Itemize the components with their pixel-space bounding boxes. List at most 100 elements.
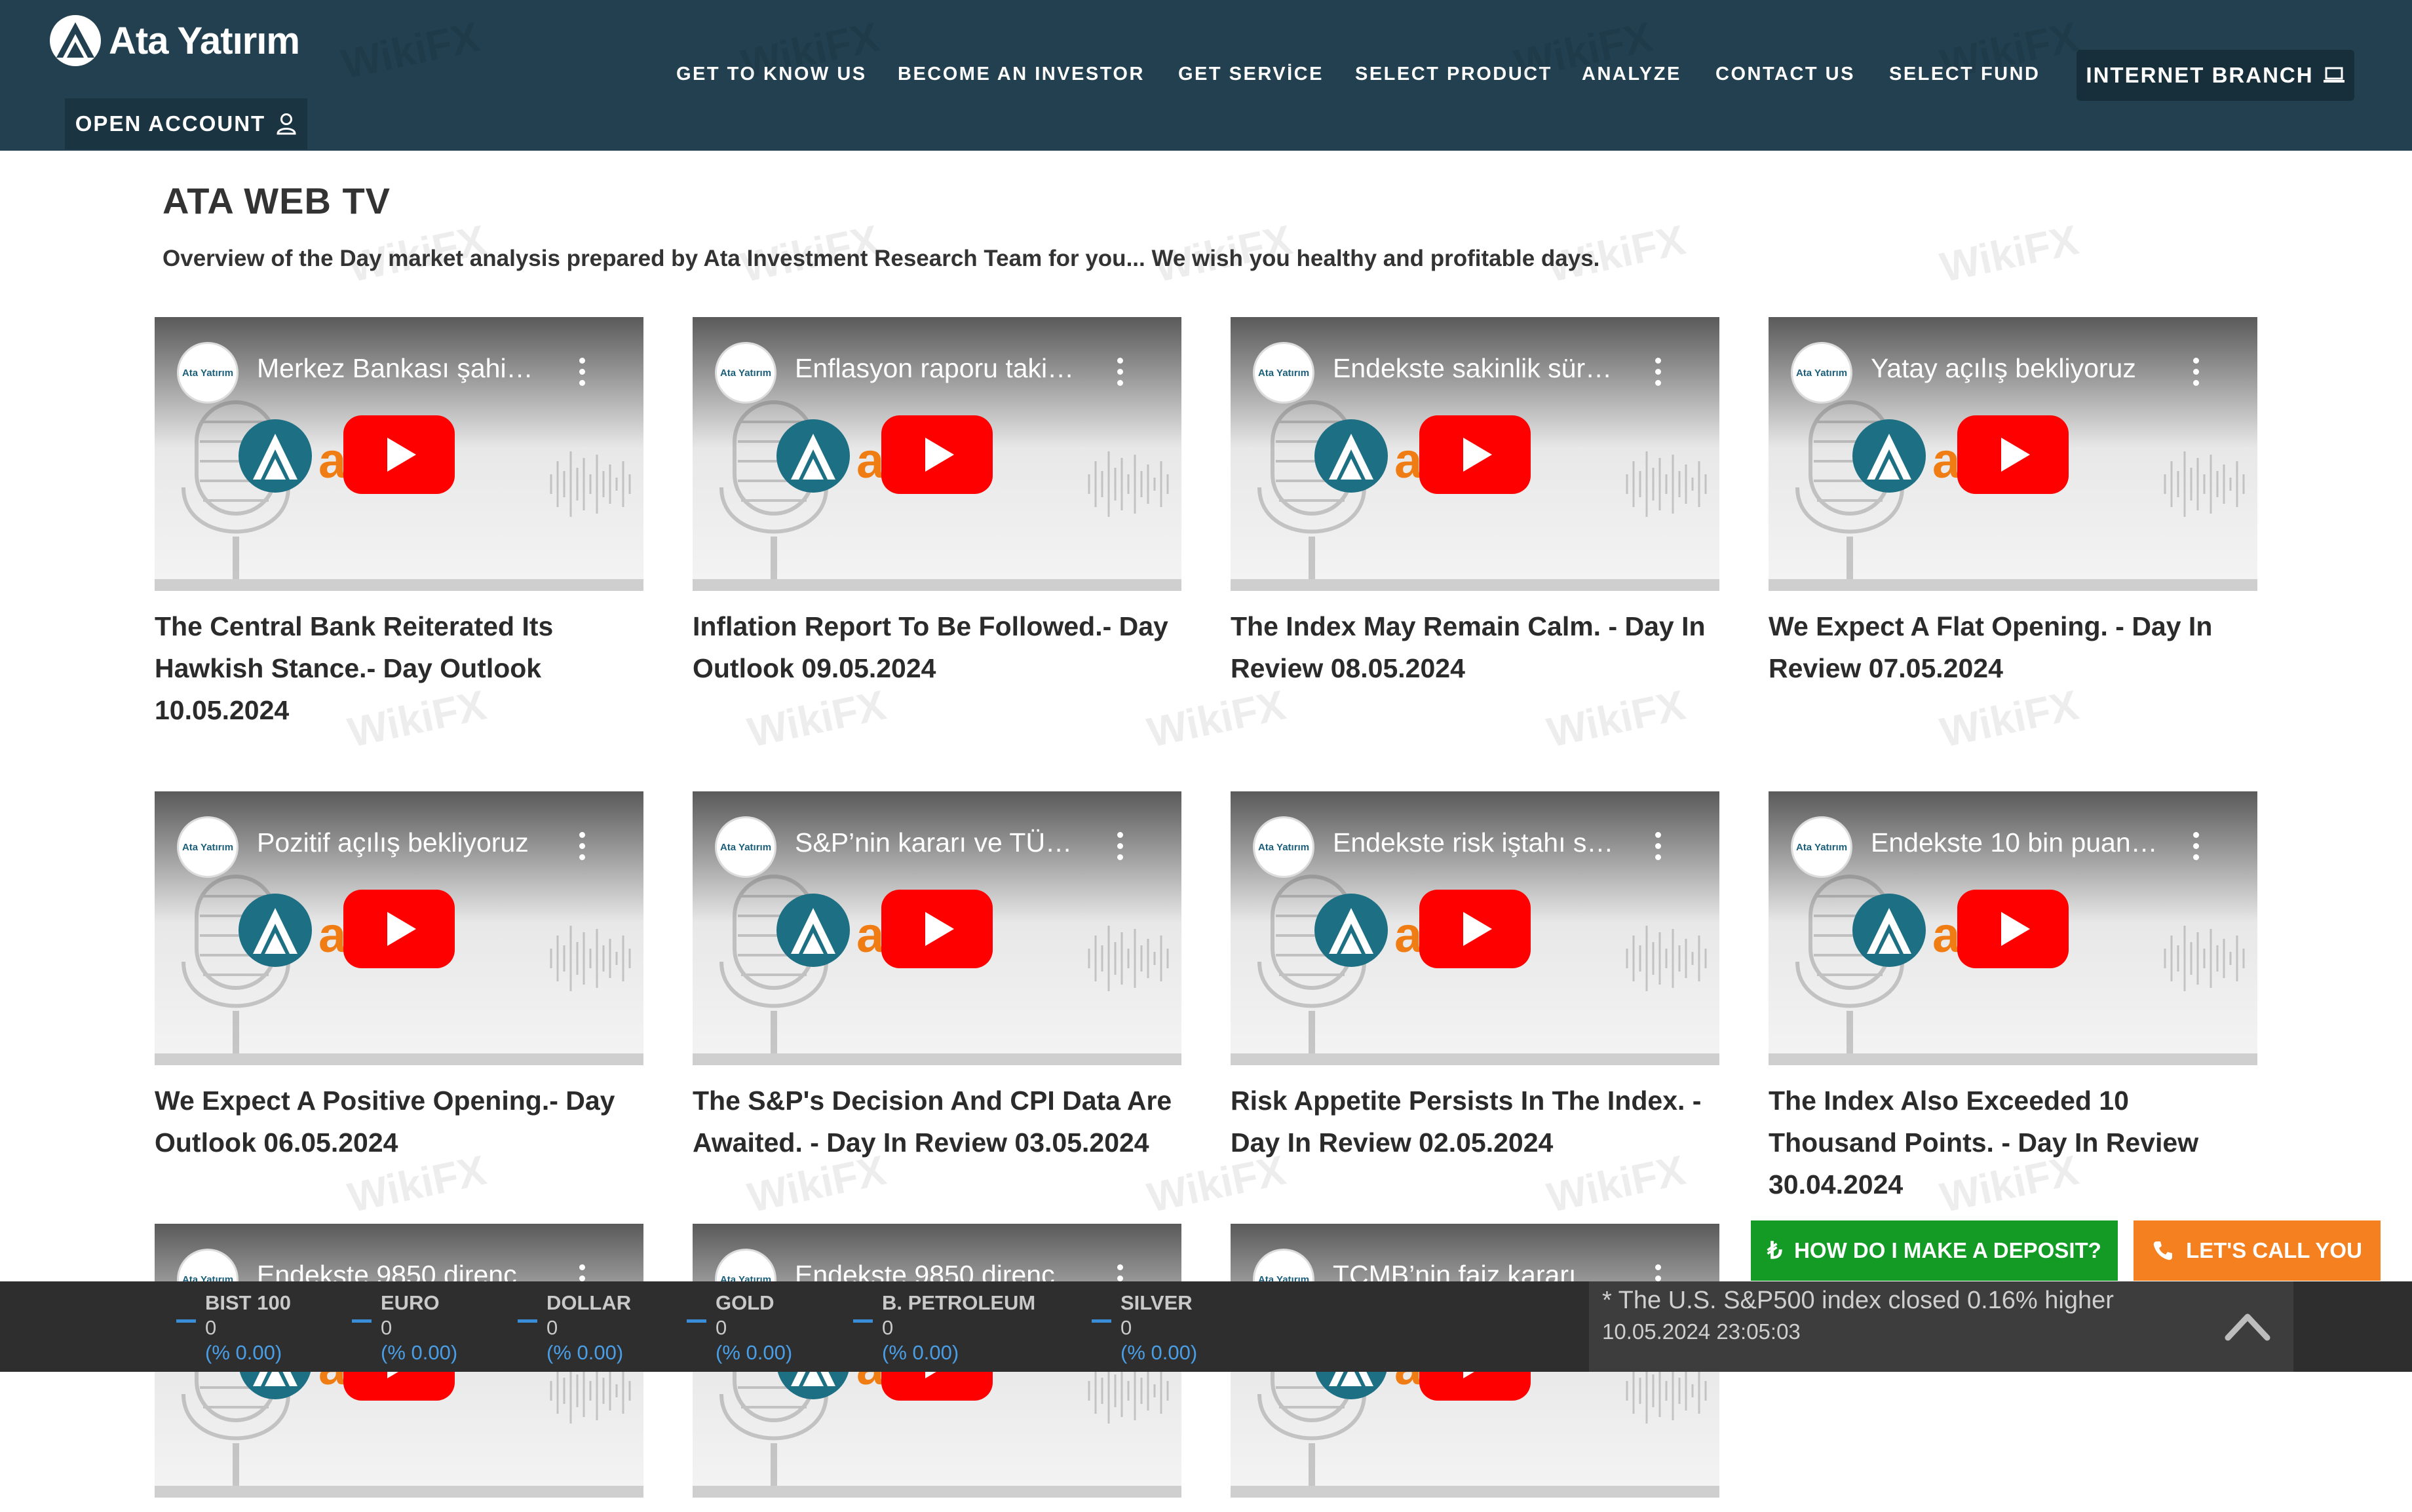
video-card-title[interactable]: Inflation Report To Be Followed.- Day Ou…: [693, 605, 1181, 689]
how-to-deposit-button[interactable]: ₺ HOW DO I MAKE A DEPOSIT?: [1751, 1220, 2118, 1281]
video-embed-title[interactable]: Endekste sakinlik sürebilir: [1333, 353, 1621, 384]
ticker-item-euro[interactable]: EURO 0 (% 0.00): [352, 1291, 457, 1365]
thumbnail-bottom-bar: [1769, 1053, 2257, 1065]
video-embed-title[interactable]: Pozitif açılış bekliyoruz: [257, 827, 545, 858]
ticker-item-bist100[interactable]: BIST 100 0 (% 0.00): [176, 1291, 291, 1365]
kebab-menu-icon[interactable]: [579, 358, 586, 388]
channel-avatar-text: Ata Yatırım: [1795, 841, 1848, 853]
video-thumbnail[interactable]: Ata Yatırım S&P’nin kararı ve TÜFE veris…: [693, 791, 1181, 1065]
thumbnail-bottom-bar: [693, 579, 1181, 591]
kebab-menu-icon[interactable]: [1655, 832, 1662, 862]
kebab-menu-icon[interactable]: [1117, 832, 1124, 862]
lets-call-you-button[interactable]: LET'S CALL YOU: [2134, 1220, 2381, 1281]
video-embed-title[interactable]: Merkez Bankası şahin duruşunu yineledi: [257, 353, 545, 384]
ticker-value: 0: [546, 1316, 558, 1339]
nav-get-to-know-us[interactable]: GET TO KNOW US: [676, 64, 867, 85]
video-card[interactable]: Ata Yatırım Endekste sakinlik sürebilir …: [1231, 317, 1719, 689]
ticker-item-silver[interactable]: SILVER 0 (% 0.00): [1092, 1291, 1197, 1365]
play-icon: [2001, 912, 2030, 946]
video-card-title[interactable]: The Index Also Exceeded 10 Thousand Poin…: [1769, 1080, 2257, 1205]
video-thumbnail[interactable]: Ata Yatırım Yatay açılış bekliyoruz atır…: [1769, 317, 2257, 591]
ticker-item-brent-petroleum[interactable]: B. PETROLEUM 0 (% 0.00): [853, 1291, 1035, 1365]
video-card-title[interactable]: Risk Appetite Persists In The Index. - D…: [1231, 1080, 1719, 1163]
video-thumbnail[interactable]: Ata Yatırım Endekste sakinlik sürebilir …: [1231, 317, 1719, 591]
play-button[interactable]: [1419, 890, 1531, 968]
brand-logo-icon: [1852, 894, 1926, 967]
thumbnail-bottom-bar: [693, 1053, 1181, 1065]
video-thumbnail[interactable]: Ata Yatırım Endekste 10 bin puan aşıldı …: [1769, 791, 2257, 1065]
ticker-item-gold[interactable]: GOLD 0 (% 0.00): [687, 1291, 792, 1365]
internet-branch-button[interactable]: INTERNET BRANCH: [2077, 50, 2354, 101]
ticker-value: 0: [716, 1316, 727, 1339]
play-button[interactable]: [343, 890, 455, 968]
news-headline[interactable]: * The U.S. S&P500 index closed 0.16% hig…: [1602, 1287, 2114, 1315]
video-embed-title[interactable]: Endekste risk iştahı sürüyor: [1333, 827, 1621, 858]
play-button[interactable]: [881, 890, 993, 968]
channel-avatar-text: Ata Yatırım: [1795, 367, 1848, 379]
lira-icon: ₺: [1767, 1237, 1783, 1264]
channel-avatar[interactable]: Ata Yatırım: [715, 342, 776, 404]
video-card-title[interactable]: The Index May Remain Calm. - Day In Revi…: [1231, 605, 1719, 689]
ticker-item-dollar[interactable]: DOLLAR 0 (% 0.00): [518, 1291, 631, 1365]
video-embed-title[interactable]: S&P’nin kararı ve TÜFE verisi bekleniyor: [795, 827, 1083, 858]
channel-avatar-text: Ata Yatırım: [182, 841, 234, 853]
play-button[interactable]: [1957, 415, 2069, 494]
video-card[interactable]: Ata Yatırım Merkez Bankası şahin duruşun…: [155, 317, 643, 731]
kebab-menu-icon[interactable]: [2193, 358, 2200, 388]
play-icon: [1463, 438, 1492, 472]
unchanged-indicator: [853, 1319, 873, 1323]
video-embed-title[interactable]: Yatay açılış bekliyoruz: [1871, 353, 2159, 384]
channel-avatar[interactable]: Ata Yatırım: [1791, 816, 1852, 878]
video-embed-title[interactable]: Enflasyon raporu takip edilecek: [795, 353, 1083, 384]
thumbnail-bottom-bar: [155, 1053, 643, 1065]
channel-avatar[interactable]: Ata Yatırım: [1253, 816, 1314, 878]
nav-select-fund[interactable]: SELECT FUND: [1889, 64, 2040, 85]
video-card-title[interactable]: We Expect A Flat Opening. - Day In Revie…: [1769, 605, 2257, 689]
soundwave-graphic: [1626, 451, 1707, 517]
channel-avatar[interactable]: Ata Yatırım: [1253, 342, 1314, 404]
video-card[interactable]: Ata Yatırım Enflasyon raporu takip edile…: [693, 317, 1181, 689]
chevron-up-icon[interactable]: [2221, 1304, 2274, 1350]
channel-avatar[interactable]: Ata Yatırım: [1791, 342, 1852, 404]
video-card-title[interactable]: The Central Bank Reiterated Its Hawkish …: [155, 605, 643, 731]
thumbnail-bottom-bar: [1231, 1486, 1719, 1498]
channel-avatar[interactable]: Ata Yatırım: [177, 342, 239, 404]
video-card-title[interactable]: We Expect A Positive Opening.- Day Outlo…: [155, 1080, 643, 1163]
kebab-menu-icon[interactable]: [1655, 358, 1662, 388]
video-thumbnail[interactable]: Ata Yatırım Pozitif açılış bekliyoruz at…: [155, 791, 643, 1065]
channel-avatar[interactable]: Ata Yatırım: [715, 816, 776, 878]
video-card[interactable]: Ata Yatırım Endekste 10 bin puan aşıldı …: [1769, 791, 2257, 1205]
play-button[interactable]: [343, 415, 455, 494]
thumbnail-bottom-bar: [1231, 1053, 1719, 1065]
video-thumbnail[interactable]: Ata Yatırım Enflasyon raporu takip edile…: [693, 317, 1181, 591]
nav-get-service[interactable]: GET SERVİCE: [1178, 64, 1324, 85]
video-thumbnail[interactable]: Ata Yatırım Endekste risk iştahı sürüyor…: [1231, 791, 1719, 1065]
nav-analyze[interactable]: ANALYZE: [1582, 64, 1681, 85]
channel-avatar[interactable]: Ata Yatırım: [177, 816, 239, 878]
logo[interactable]: Ata Yatırım: [47, 14, 300, 67]
video-card[interactable]: Ata Yatırım Pozitif açılış bekliyoruz at…: [155, 791, 643, 1163]
unchanged-indicator: [352, 1319, 372, 1323]
video-card-title[interactable]: The S&P's Decision And CPI Data Are Awai…: [693, 1080, 1181, 1163]
open-account-button[interactable]: OPEN ACCOUNT: [65, 98, 307, 149]
kebab-menu-icon[interactable]: [2193, 832, 2200, 862]
play-button[interactable]: [881, 415, 993, 494]
nav-contact-us[interactable]: CONTACT US: [1715, 64, 1855, 85]
video-card[interactable]: Ata Yatırım S&P’nin kararı ve TÜFE veris…: [693, 791, 1181, 1163]
ticker-change: (% 0.00): [546, 1341, 624, 1364]
channel-avatar-text: Ata Yatırım: [1257, 841, 1310, 853]
video-card[interactable]: Ata Yatırım Endekste risk iştahı sürüyor…: [1231, 791, 1719, 1163]
play-button[interactable]: [1957, 890, 2069, 968]
play-button[interactable]: [1419, 415, 1531, 494]
nav-become-an-investor[interactable]: BECOME AN INVESTOR: [898, 64, 1145, 85]
video-thumbnail[interactable]: Ata Yatırım Merkez Bankası şahin duruşun…: [155, 317, 643, 591]
video-card[interactable]: Ata Yatırım Yatay açılış bekliyoruz atır…: [1769, 317, 2257, 689]
kebab-menu-icon[interactable]: [1117, 358, 1124, 388]
nav-select-product[interactable]: SELECT PRODUCT: [1355, 64, 1552, 85]
kebab-menu-icon[interactable]: [579, 832, 586, 862]
page-title: ATA WEB TV: [163, 180, 391, 221]
video-embed-title[interactable]: Endekste 10 bin puan aşıldı: [1871, 827, 2159, 858]
ticker-change: (% 0.00): [882, 1341, 959, 1364]
logo-icon: [50, 15, 101, 66]
news-ticker[interactable]: * The U.S. S&P500 index closed 0.16% hig…: [1589, 1281, 2293, 1372]
